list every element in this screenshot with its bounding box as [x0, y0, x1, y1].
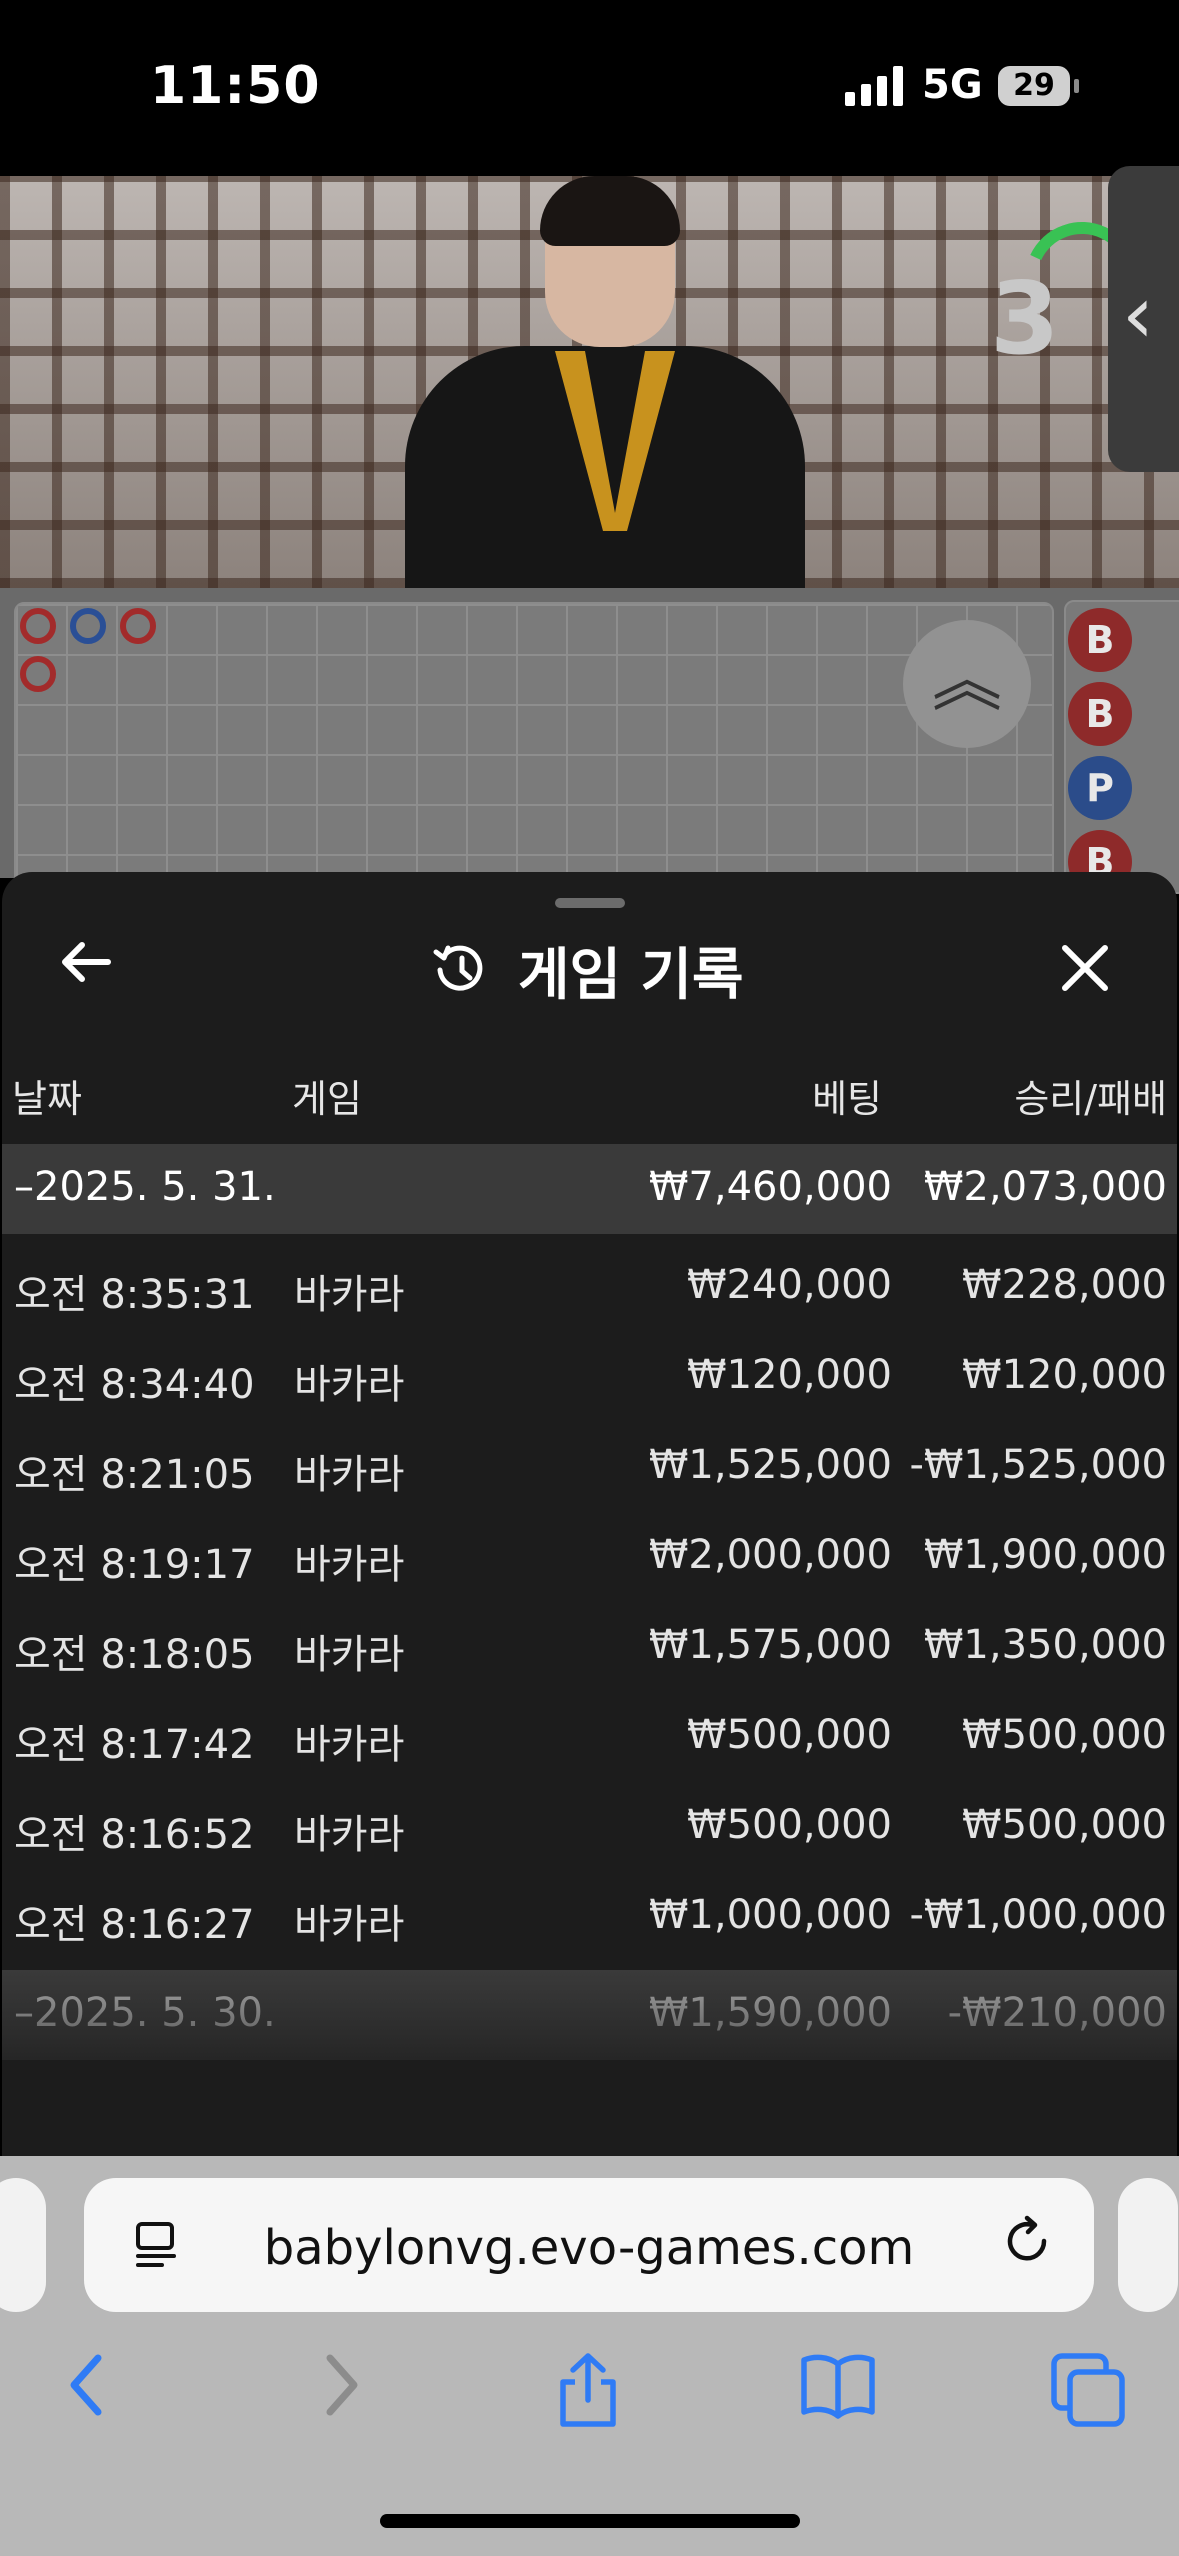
history-row[interactable]: 오전 8:19:17 바카라 ₩2,000,000 ₩1,900,000	[2, 1512, 1177, 1602]
column-header-game: 게임	[292, 1077, 362, 1121]
address-bar[interactable]: babylonvg.evo-games.com	[84, 2178, 1094, 2312]
chevron-left-icon	[70, 2354, 102, 2416]
close-icon	[1062, 945, 1108, 991]
bead-player: P	[1068, 756, 1132, 820]
history-icon	[433, 945, 483, 991]
share-button[interactable]	[548, 2350, 628, 2430]
chevron-left-icon: ‹	[1122, 268, 1154, 361]
row-game: 바카라	[294, 1362, 405, 1408]
row-time: 오전 8:19:17	[14, 1542, 255, 1588]
day-date: –2025. 5. 30.	[14, 1990, 276, 2036]
side-panel-toggle[interactable]: ‹	[1108, 166, 1179, 472]
history-row[interactable]: 오전 8:16:27 바카라 ₩1,000,000 -₩1,000,000	[2, 1872, 1177, 1962]
row-time: 오전 8:34:40	[14, 1362, 255, 1408]
row-game: 바카라	[294, 1902, 405, 1948]
sheet-grabber[interactable]	[555, 898, 625, 908]
row-game: 바카라	[294, 1272, 405, 1318]
browser-forward-button[interactable]	[300, 2350, 380, 2430]
tabs-icon	[1051, 2353, 1125, 2427]
row-win-loss: ₩500,000	[962, 1802, 1167, 1848]
history-row[interactable]: 오전 8:35:31 바카라 ₩240,000 ₩228,000	[2, 1242, 1177, 1332]
game-history-sheet: 게임 기록 날짜 게임 베팅 승리/패배 –2025. 5. 31. ₩7,46…	[2, 872, 1177, 2160]
row-bet: ₩500,000	[687, 1802, 892, 1848]
countdown-timer: 3	[990, 260, 1060, 377]
row-bet: ₩500,000	[687, 1712, 892, 1758]
url-text[interactable]: babylonvg.evo-games.com	[84, 2220, 1094, 2276]
status-bar: 11:50 5G 29	[0, 0, 1179, 176]
page-title: 게임 기록	[518, 942, 744, 1008]
row-time: 오전 8:17:42	[14, 1722, 255, 1768]
row-game: 바카라	[294, 1542, 405, 1588]
day-win-loss-total: -₩210,000	[947, 1990, 1167, 2036]
row-time: 오전 8:18:05	[14, 1632, 255, 1678]
row-bet: ₩240,000	[687, 1262, 892, 1308]
history-row[interactable]: 오전 8:21:05 바카라 ₩1,525,000 -₩1,525,000	[2, 1422, 1177, 1512]
column-header-win-loss: 승리/패배	[1014, 1077, 1167, 1121]
reload-icon[interactable]	[1000, 2214, 1054, 2282]
day-date: –2025. 5. 31.	[14, 1164, 276, 1210]
road-ring-player	[70, 608, 106, 644]
row-game: 바카라	[294, 1812, 405, 1858]
column-header-date: 날짜	[12, 1077, 82, 1121]
row-game: 바카라	[294, 1632, 405, 1678]
row-time: 오전 8:21:05	[14, 1452, 255, 1498]
next-tab-peek[interactable]	[1118, 2178, 1178, 2312]
row-win-loss: ₩1,350,000	[923, 1622, 1167, 1668]
back-button[interactable]	[58, 934, 112, 1004]
network-type: 5G	[922, 62, 983, 108]
status-time: 11:50	[150, 56, 321, 116]
row-bet: ₩1,000,000	[648, 1892, 892, 1938]
day-summary-row[interactable]: –2025. 5. 31. ₩7,460,000 ₩2,073,000	[2, 1144, 1177, 1234]
row-time: 오전 8:35:31	[14, 1272, 255, 1318]
day-bet-total: ₩7,460,000	[648, 1164, 892, 1210]
bookmarks-button[interactable]	[798, 2350, 878, 2430]
row-win-loss: ₩500,000	[962, 1712, 1167, 1758]
history-row[interactable]: 오전 8:17:42 바카라 ₩500,000 ₩500,000	[2, 1692, 1177, 1782]
row-game: 바카라	[294, 1722, 405, 1768]
close-button[interactable]	[1060, 932, 1110, 1004]
battery-icon: 29	[998, 66, 1079, 106]
row-bet: ₩120,000	[687, 1352, 892, 1398]
row-win-loss: ₩228,000	[962, 1262, 1167, 1308]
history-row[interactable]: 오전 8:18:05 바카라 ₩1,575,000 ₩1,350,000	[2, 1602, 1177, 1692]
live-video	[0, 176, 1179, 588]
share-icon	[560, 2353, 616, 2427]
row-bet: ₩2,000,000	[648, 1532, 892, 1578]
row-win-loss: -₩1,000,000	[909, 1892, 1167, 1938]
column-header-bet: 베팅	[812, 1077, 882, 1121]
book-icon	[801, 2354, 875, 2419]
browser-back-button[interactable]	[48, 2350, 128, 2430]
day-win-loss-total: ₩2,073,000	[923, 1164, 1167, 1210]
bead-banker: B	[1068, 682, 1132, 746]
row-win-loss: ₩120,000	[962, 1352, 1167, 1398]
row-game: 바카라	[294, 1452, 405, 1498]
row-win-loss: -₩1,525,000	[909, 1442, 1167, 1488]
row-time: 오전 8:16:52	[14, 1812, 255, 1858]
history-row[interactable]: 오전 8:34:40 바카라 ₩120,000 ₩120,000	[2, 1332, 1177, 1422]
row-bet: ₩1,575,000	[648, 1622, 892, 1668]
chevron-right-icon	[326, 2354, 358, 2416]
road-ring-banker	[120, 608, 156, 644]
row-time: 오전 8:16:27	[14, 1902, 255, 1948]
road-ring-banker	[20, 656, 56, 692]
home-indicator	[380, 2514, 800, 2528]
arrow-left-icon	[62, 942, 111, 982]
tabs-button[interactable]	[1048, 2350, 1128, 2430]
row-win-loss: ₩1,900,000	[923, 1532, 1167, 1578]
dealer-hair	[540, 176, 680, 246]
sheet-header: 게임 기록	[432, 930, 744, 1010]
day-summary-row[interactable]: –2025. 5. 30. ₩1,590,000 -₩210,000	[2, 1970, 1177, 2060]
big-road-grid	[14, 602, 1054, 896]
history-row[interactable]: 오전 8:16:52 바카라 ₩500,000 ₩500,000	[2, 1782, 1177, 1872]
road-ring-banker	[20, 608, 56, 644]
day-bet-total: ₩1,590,000	[648, 1990, 892, 2036]
bead-banker: B	[1068, 608, 1132, 672]
expand-up-button[interactable]: ︽	[903, 620, 1031, 748]
row-bet: ₩1,525,000	[648, 1442, 892, 1488]
previous-tab-peek[interactable]	[0, 2178, 46, 2312]
signal-icon	[845, 66, 909, 106]
